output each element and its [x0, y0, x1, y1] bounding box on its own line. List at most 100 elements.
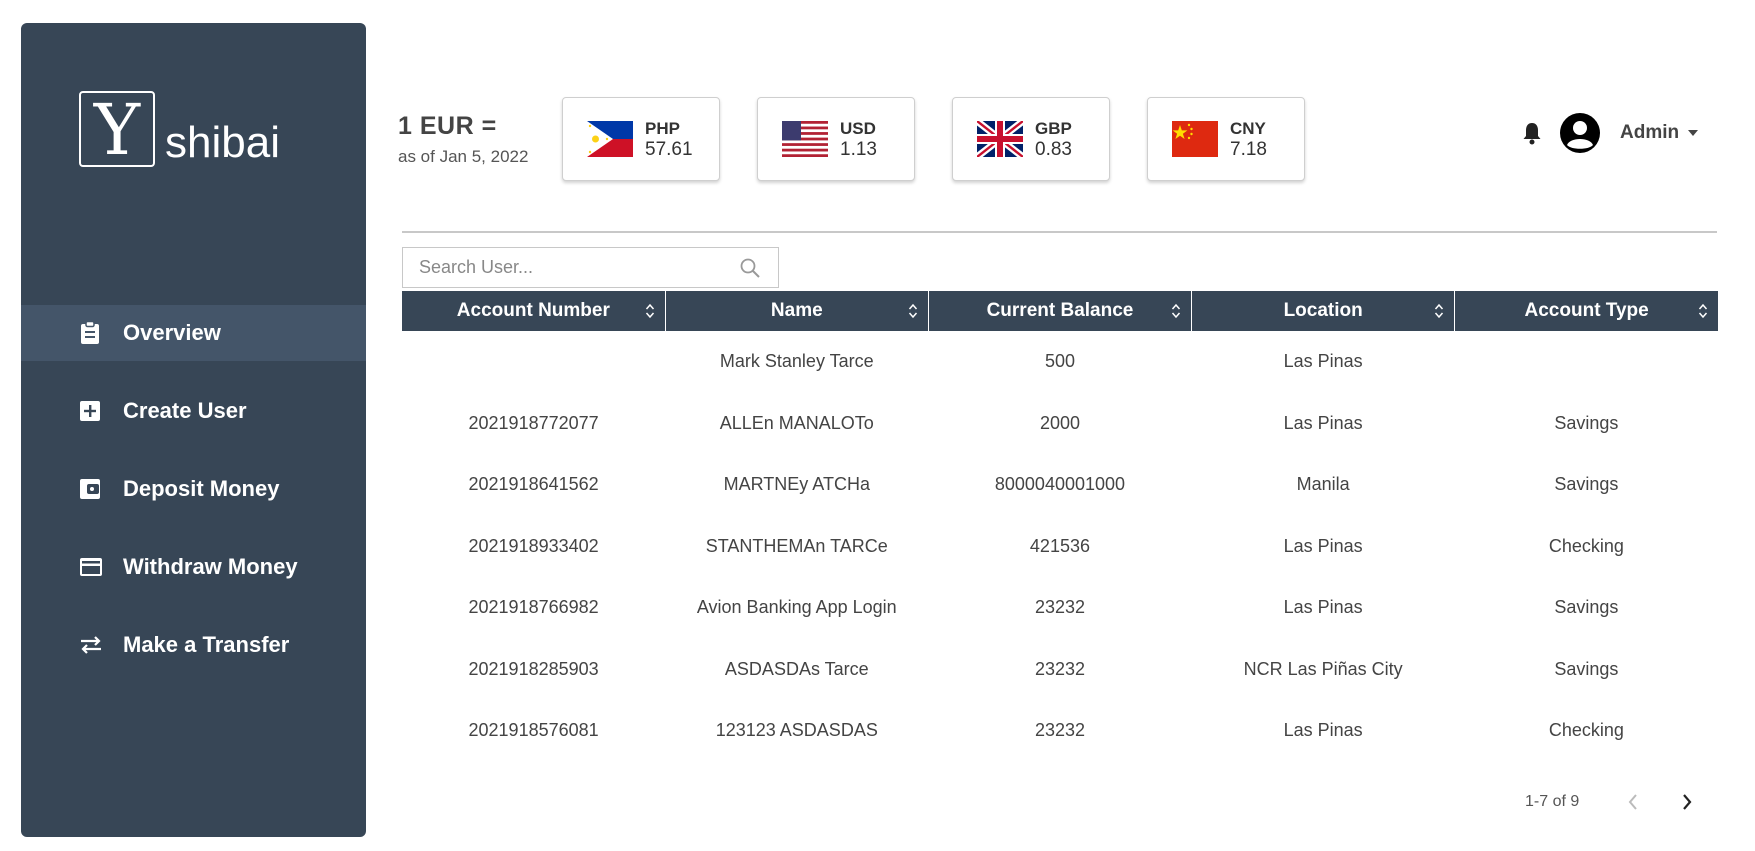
column-header-account-type[interactable]: Account Type	[1454, 291, 1718, 331]
base-rate-label: 1 EUR =	[398, 111, 497, 140]
column-header-account-number[interactable]: Account Number	[402, 291, 666, 331]
cell-balance: 23232	[1034, 597, 1085, 618]
cell-account-number	[402, 331, 665, 393]
rate-card-cny: CNY 7.18	[1147, 97, 1305, 181]
cell-name: 123123 ASDASDAS	[715, 720, 878, 741]
cell-location: Las Pinas	[1283, 597, 1363, 618]
cell-location: Las Pinas	[1283, 351, 1363, 372]
cell-balance: 500	[1044, 351, 1075, 372]
prev-page-button[interactable]	[1619, 788, 1647, 816]
app-logo[interactable]: Y shibai	[79, 91, 280, 167]
logo-mark: Y	[79, 91, 155, 167]
rates-date: as of Jan 5, 2022	[398, 146, 529, 166]
rate-card-php: PHP 57.61	[562, 97, 720, 181]
rate-card-gbp: GBP 0.83	[952, 97, 1110, 181]
search-input[interactable]	[419, 257, 739, 278]
cell-location: Manila	[1296, 474, 1350, 495]
sort-icon[interactable]	[1171, 302, 1181, 320]
cell-name: ALLEn MANALOTo	[719, 412, 874, 433]
cell-account-type: Savings	[1554, 412, 1619, 433]
sort-icon[interactable]	[1434, 302, 1444, 320]
cell-name: Mark Stanley Tarce	[719, 351, 874, 372]
sidebar-item-make-transfer[interactable]: Make a Transfer	[21, 617, 366, 673]
wallet-icon	[79, 477, 107, 501]
cell-account-type	[1455, 331, 1718, 393]
sidebar-item-label: Make a Transfer	[123, 632, 290, 657]
cell-location: NCR Las Piñas City	[1243, 658, 1403, 679]
sidebar-item-withdraw-money[interactable]: Withdraw Money	[21, 539, 366, 595]
cell-account-number: 2021918772077	[468, 412, 599, 433]
cell-balance: 23232	[1034, 720, 1085, 741]
table-row[interactable]: 2021918766982 Avion Banking App Login 23…	[402, 577, 1718, 639]
rate-value: 57.61	[645, 138, 693, 160]
swap-arrows-icon	[79, 633, 107, 657]
sort-icon[interactable]	[908, 302, 918, 320]
sidebar: Y shibai Overview Create User Deposit Mo…	[21, 23, 366, 837]
rate-value: 1.13	[840, 138, 877, 160]
rate-value: 7.18	[1230, 138, 1267, 160]
cell-balance: 23232	[1034, 658, 1085, 679]
user-menu: Admin	[1522, 113, 1699, 153]
rate-code: GBP	[1035, 118, 1072, 138]
sidebar-item-label: Create User	[123, 398, 247, 423]
cell-balance: 2000	[1039, 412, 1080, 433]
caret-down-icon[interactable]	[1687, 129, 1699, 137]
header-divider	[402, 231, 1717, 233]
cell-location: Las Pinas	[1283, 535, 1363, 556]
table-row[interactable]: 2021918576081 123123 ASDASDAS 23232 Las …	[402, 700, 1718, 762]
table-row[interactable]: 2021918933402 STANTHEMAn TARCe 421536 La…	[402, 516, 1718, 578]
table-row[interactable]: Mark Stanley Tarce 500 Las Pinas	[402, 331, 1718, 393]
pagination-range: 1-7 of 9	[1525, 793, 1580, 810]
cell-account-number: 2021918641562	[468, 474, 599, 495]
cell-name: ASDASDAs Tarce	[724, 658, 869, 679]
column-header-current-balance[interactable]: Current Balance	[928, 291, 1193, 331]
cell-balance: 421536	[1029, 535, 1090, 556]
philippines-flag-icon	[587, 121, 633, 157]
column-header-location[interactable]: Location	[1191, 291, 1456, 331]
chevron-left-icon	[1628, 794, 1638, 810]
table-row[interactable]: 2021918641562 MARTNEy ATCHa 800004000100…	[402, 454, 1718, 516]
avatar-icon[interactable]	[1560, 113, 1600, 153]
exchange-rates: 1 EUR = as of Jan 5, 2022 PHP 57.61 USD …	[398, 97, 1342, 181]
sidebar-item-label: Deposit Money	[123, 476, 280, 501]
cell-name: MARTNEy ATCHa	[723, 474, 870, 495]
china-flag-icon	[1172, 121, 1218, 157]
cell-balance: 8000040001000	[994, 474, 1126, 495]
uk-flag-icon	[977, 121, 1023, 157]
cell-location: Las Pinas	[1283, 720, 1363, 741]
sort-icon[interactable]	[1698, 302, 1708, 320]
sort-icon[interactable]	[645, 302, 655, 320]
sidebar-item-label: Withdraw Money	[123, 554, 298, 579]
usa-flag-icon	[782, 121, 828, 157]
sidebar-item-overview[interactable]: Overview	[21, 305, 366, 361]
sidebar-item-deposit-money[interactable]: Deposit Money	[21, 461, 366, 517]
cell-account-type: Checking	[1548, 720, 1624, 741]
bell-icon[interactable]	[1522, 121, 1542, 145]
search-icon[interactable]	[739, 257, 761, 279]
sidebar-item-create-user[interactable]: Create User	[21, 383, 366, 439]
rate-value: 0.83	[1035, 138, 1072, 160]
cell-account-type: Checking	[1548, 535, 1624, 556]
pagination: 1-7 of 9	[1525, 788, 1727, 816]
sidebar-item-label: Overview	[123, 320, 221, 345]
cell-name: Avion Banking App Login	[696, 597, 897, 618]
table-header-row: Account Number Name Current Balance Loca…	[402, 291, 1718, 331]
cell-account-number: 2021918285903	[468, 658, 599, 679]
search-box	[402, 247, 779, 288]
table-row[interactable]: 2021918285903 ASDASDAs Tarce 23232 NCR L…	[402, 639, 1718, 701]
users-table: Account Number Name Current Balance Loca…	[402, 291, 1718, 762]
next-page-button[interactable]	[1673, 788, 1701, 816]
plus-box-icon	[79, 399, 107, 423]
cell-account-number: 2021918933402	[468, 535, 599, 556]
cell-account-number: 2021918576081	[468, 720, 599, 741]
rate-code: CNY	[1230, 118, 1266, 138]
cell-account-type: Savings	[1554, 474, 1619, 495]
cell-name: STANTHEMAn TARCe	[705, 535, 888, 556]
column-header-name[interactable]: Name	[665, 291, 929, 331]
chevron-right-icon	[1683, 794, 1692, 810]
table-row[interactable]: 2021918772077 ALLEn MANALOTo 2000 Las Pi…	[402, 393, 1718, 455]
cell-account-type: Savings	[1554, 597, 1619, 618]
cell-location: Las Pinas	[1283, 412, 1363, 433]
admin-dropdown[interactable]: Admin	[1620, 122, 1679, 144]
credit-card-icon	[79, 555, 107, 579]
